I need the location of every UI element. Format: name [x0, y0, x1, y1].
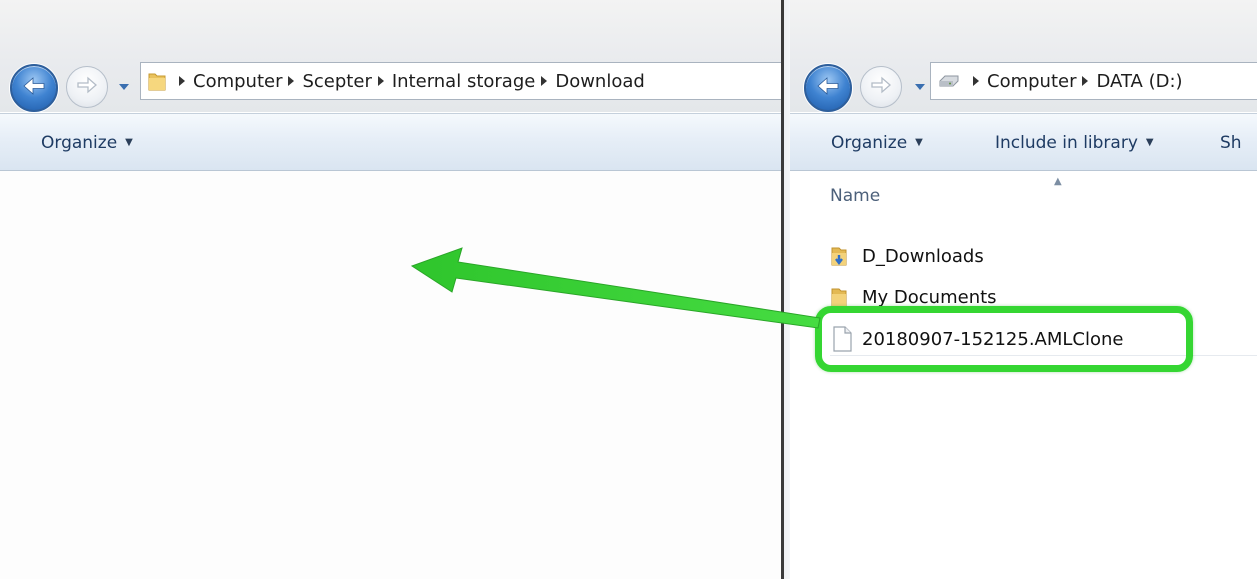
chevron-down-icon	[118, 77, 130, 96]
organize-label: Organize	[41, 132, 118, 153]
left-file-list-empty[interactable]	[0, 171, 781, 579]
address-bar[interactable]: Computer DATA (D:)	[930, 62, 1257, 100]
breadcrumb-separator-icon[interactable]	[540, 75, 548, 87]
breadcrumb-separator-icon[interactable]	[377, 75, 385, 87]
back-button[interactable]	[804, 64, 852, 112]
back-button[interactable]	[10, 64, 58, 112]
sort-ascending-icon: ▲	[1054, 176, 1062, 187]
right-file-list[interactable]	[790, 171, 1257, 579]
right-command-bar: Organize ▼ Include in library ▼ Sh	[790, 113, 1257, 171]
include-in-library-button[interactable]: Include in library ▼	[995, 114, 1154, 171]
left-command-bar: Organize ▼	[0, 113, 781, 171]
recent-pages-dropdown[interactable]	[117, 80, 131, 92]
address-bar[interactable]: Computer Scepter Internal storage Downlo…	[140, 62, 781, 100]
list-item[interactable]: My Documents	[830, 280, 997, 314]
breadcrumb-data-drive[interactable]: DATA (D:)	[1096, 71, 1182, 92]
list-item[interactable]: D_Downloads	[830, 239, 984, 273]
breadcrumb-separator-icon[interactable]	[972, 75, 980, 87]
breadcrumb-scepter[interactable]: Scepter	[302, 71, 371, 92]
caret-down-icon: ▼	[125, 137, 133, 148]
drive-icon	[937, 73, 961, 89]
caret-down-icon: ▼	[915, 137, 923, 148]
file-name: D_Downloads	[862, 245, 984, 267]
forward-button[interactable]	[860, 66, 902, 108]
back-arrow-icon	[22, 76, 46, 100]
organize-button[interactable]: Organize ▼	[41, 114, 133, 171]
recent-pages-dropdown[interactable]	[913, 80, 927, 92]
folder-icon	[830, 285, 854, 309]
list-item[interactable]: 20180907-152125.AMLClone	[830, 322, 1123, 356]
back-arrow-icon	[816, 76, 840, 100]
chevron-down-icon	[914, 77, 926, 96]
breadcrumb-computer[interactable]: Computer	[193, 71, 282, 92]
breadcrumb-separator-icon[interactable]	[1081, 75, 1089, 87]
forward-button[interactable]	[66, 66, 108, 108]
organize-label: Organize	[831, 132, 908, 153]
right-explorer-window: Computer DATA (D:) Organize ▼ Include in…	[790, 0, 1257, 579]
file-name: My Documents	[862, 286, 997, 308]
breadcrumb-separator-icon[interactable]	[178, 75, 186, 87]
breadcrumb-internal-storage[interactable]: Internal storage	[392, 71, 535, 92]
breadcrumb-separator-icon[interactable]	[287, 75, 295, 87]
file-icon	[830, 326, 854, 352]
row-divider	[830, 355, 1257, 356]
forward-arrow-icon	[870, 76, 892, 98]
share-label: Sh	[1220, 132, 1242, 153]
file-name: 20180907-152125.AMLClone	[862, 328, 1124, 350]
column-header-name[interactable]: Name	[830, 186, 880, 206]
include-in-library-label: Include in library	[995, 132, 1138, 153]
breadcrumb-download[interactable]: Download	[555, 71, 644, 92]
forward-arrow-icon	[76, 76, 98, 98]
left-explorer-window: Computer Scepter Internal storage Downlo…	[0, 0, 781, 579]
breadcrumb-computer[interactable]: Computer	[987, 71, 1076, 92]
downloads-folder-icon	[830, 244, 854, 268]
share-button[interactable]: Sh	[1220, 114, 1242, 171]
organize-button[interactable]: Organize ▼	[831, 114, 923, 171]
folder-icon	[147, 70, 167, 92]
caret-down-icon: ▼	[1145, 137, 1154, 148]
window-divider	[781, 0, 790, 579]
